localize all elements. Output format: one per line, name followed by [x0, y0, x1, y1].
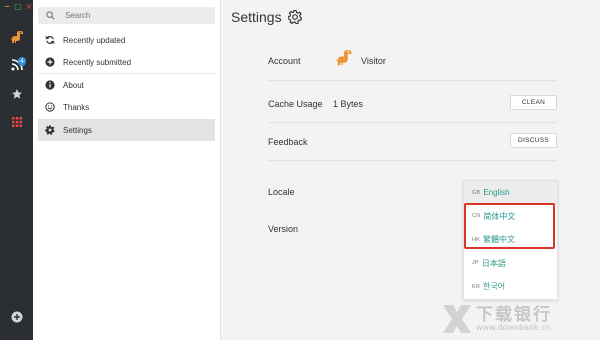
- info-icon: [44, 79, 56, 91]
- locale-option-label: 한국어: [483, 282, 506, 292]
- sidebar-item-label: Settings: [63, 125, 92, 135]
- star-icon[interactable]: [0, 88, 33, 100]
- locale-label: Locale: [268, 187, 295, 197]
- watermark-name: 下载银行: [476, 305, 552, 325]
- sidebar-item-label: Recently updated: [63, 35, 126, 45]
- sidebar-item-recently-submitted[interactable]: Recently submitted: [38, 51, 215, 73]
- locale-option-japanese[interactable]: JP 日本語: [464, 252, 557, 276]
- refresh-icon: [44, 34, 56, 46]
- sidebar-item-recently-updated[interactable]: Recently updated: [38, 29, 215, 51]
- add-circle-icon[interactable]: [0, 311, 33, 323]
- window-controls: − □ ×: [3, 3, 33, 11]
- sidebar-item-about[interactable]: About: [38, 74, 215, 96]
- search-input[interactable]: [65, 11, 195, 20]
- dinosaur-avatar-icon: [334, 49, 354, 74]
- row-divider: [268, 80, 557, 81]
- gear-icon: [287, 10, 302, 24]
- sidebar-item-thanks[interactable]: Thanks: [38, 96, 215, 118]
- locale-option-english[interactable]: GB English: [464, 181, 557, 205]
- highlight-annotation-box: [464, 203, 555, 249]
- app-rail: − □ × 4: [0, 0, 33, 340]
- page-title-text: Settings: [231, 9, 282, 25]
- apps-grid-icon[interactable]: [0, 117, 33, 127]
- page-title: Settings: [231, 9, 302, 25]
- version-label: Version: [268, 224, 299, 234]
- search-icon: [46, 11, 55, 20]
- sidebar-item-settings[interactable]: Settings: [38, 119, 215, 141]
- watermark-logo-icon: [443, 305, 471, 333]
- search-box[interactable]: [38, 7, 215, 24]
- locale-code: KR: [472, 283, 481, 290]
- clean-button[interactable]: CLEAN: [510, 95, 557, 110]
- sidebar: Recently updated Recently submitted Abou…: [33, 0, 221, 340]
- locale-option-korean[interactable]: KR 한국어: [464, 275, 557, 299]
- locale-code: GB: [472, 189, 481, 196]
- discuss-button[interactable]: DISCUSS: [510, 133, 557, 148]
- settings-panel: Settings Account Visitor Cache Usage 1 B…: [221, 0, 600, 340]
- row-divider: [268, 122, 557, 123]
- sidebar-item-label: Recently submitted: [63, 57, 132, 67]
- gear-icon: [44, 124, 56, 136]
- row-divider: [268, 160, 557, 161]
- account-value: Visitor: [361, 56, 386, 66]
- account-label: Account: [268, 56, 301, 66]
- plus-circle-icon: [44, 56, 56, 68]
- smile-icon: [44, 101, 56, 113]
- watermark-url: www.downbank.cn: [476, 323, 551, 332]
- locale-option-label: 日本語: [481, 258, 506, 268]
- maximize-button[interactable]: □: [14, 3, 22, 11]
- sidebar-item-label: Thanks: [63, 102, 90, 112]
- locale-option-label: English: [483, 188, 510, 198]
- watermark: 下载银行 www.downbank.cn: [440, 300, 598, 338]
- rss-badge: 4: [18, 57, 26, 66]
- rss-icon[interactable]: [0, 59, 33, 71]
- cache-usage-value: 1 Bytes: [333, 99, 364, 109]
- dinosaur-logo-icon[interactable]: [0, 30, 33, 46]
- close-button[interactable]: ×: [25, 3, 33, 11]
- cache-usage-label: Cache Usage: [268, 99, 323, 109]
- feedback-label: Feedback: [268, 137, 308, 147]
- minimize-button[interactable]: −: [3, 3, 11, 11]
- locale-code: JP: [472, 260, 479, 267]
- sidebar-item-label: About: [63, 80, 84, 90]
